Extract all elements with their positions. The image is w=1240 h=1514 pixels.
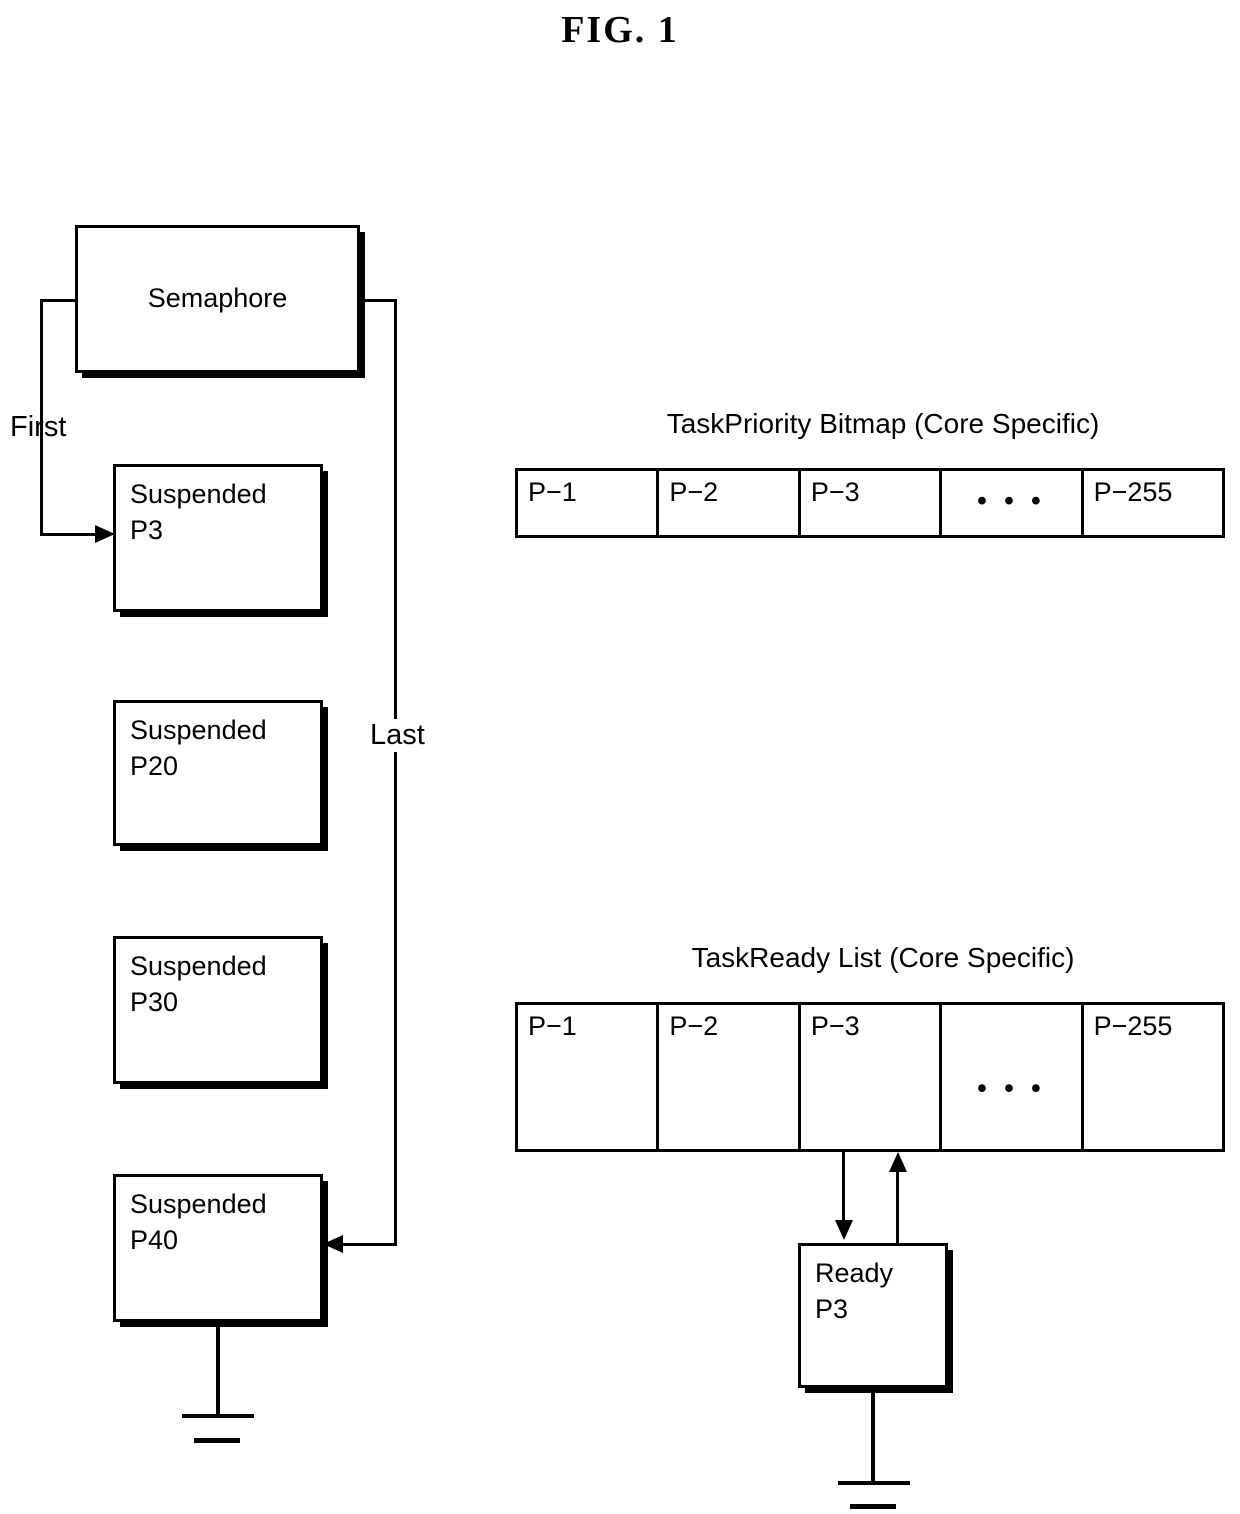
ground-stem [216,1322,220,1416]
ground-bar-long [182,1414,254,1418]
last-edge-segment-vertical [394,299,397,1246]
bitmap-cell-label: P−3 [810,477,860,507]
first-edge-label: First [10,411,67,443]
ready-task-label: Ready P3 [815,1258,894,1324]
ground-bar-short [850,1504,896,1509]
readylist-cell[interactable]: P−1 [518,1005,660,1149]
last-edge-label: Last [368,719,427,752]
last-edge-segment-bottom [340,1243,397,1246]
ellipsis-icon: • • • [977,1073,1046,1103]
suspended-task-box-p40: Suspended P40 [113,1174,323,1322]
suspended-task-label: Suspended P20 [130,715,267,781]
readylist-to-ready-arrowhead [835,1220,853,1240]
bitmap-cell[interactable]: P−1 [518,471,660,535]
ground-bar-long [838,1481,910,1485]
readylist-cell-label: P−3 [810,1011,860,1041]
first-edge-segment-bottom [40,533,98,536]
figure-title: FIG. 1 [561,9,679,51]
ground-bar-short [194,1438,240,1443]
bitmap-cell[interactable]: P−2 [659,471,801,535]
ellipsis-icon: • • • [977,485,1046,516]
readylist-cell-label: P−1 [528,1011,577,1041]
last-edge-segment-top [357,299,397,302]
taskpriority-bitmap-caption: TaskPriority Bitmap (Core Specific) [666,408,1100,439]
readylist-cell[interactable]: P−255 [1083,1005,1223,1149]
bitmap-cell-ellipsis: • • • [942,471,1084,535]
semaphore-box: Semaphore [75,225,360,373]
ready-to-readylist-arrowhead [889,1152,907,1172]
suspended-task-box-p20: Suspended P20 [113,700,323,846]
ready-task-box-p3: Ready P3 [798,1243,948,1388]
taskready-list-table: P−1 P−2 P−3 • • • P−255 [515,1002,1225,1152]
taskpriority-bitmap-table: P−1 P−2 P−3 • • • P−255 [515,468,1225,538]
ground-stem [871,1388,875,1483]
bitmap-cell-label: P−1 [528,477,577,507]
readylist-cell[interactable]: P−3 [800,1005,943,1149]
first-edge-arrowhead [95,525,115,543]
readylist-cell-ellipsis: • • • [942,1005,1084,1149]
bitmap-cell[interactable]: P−255 [1083,471,1223,535]
readylist-to-ready-line [842,1152,845,1224]
figure-canvas: FIG. 1 Semaphore First Last Suspended P3… [0,0,1240,1514]
suspended-task-label: Suspended P40 [130,1189,267,1255]
last-edge-arrowhead [323,1235,343,1253]
suspended-task-box-p30: Suspended P30 [113,936,323,1084]
ready-to-readylist-line [896,1170,899,1244]
semaphore-label: Semaphore [147,283,288,314]
bitmap-cell-label: P−2 [669,477,719,507]
suspended-task-box-p3: Suspended P3 [113,464,323,612]
suspended-task-label: Suspended P30 [130,951,267,1017]
taskready-list-caption: TaskReady List (Core Specific) [691,942,1075,973]
readylist-cell-label: P−255 [1093,1011,1173,1041]
readylist-cell-label: P−2 [669,1011,719,1041]
readylist-cell[interactable]: P−2 [659,1005,801,1149]
suspended-task-label: Suspended P3 [130,479,267,545]
first-edge-segment-top [40,299,78,302]
bitmap-cell-label: P−255 [1093,477,1173,507]
bitmap-cell[interactable]: P−3 [800,471,943,535]
